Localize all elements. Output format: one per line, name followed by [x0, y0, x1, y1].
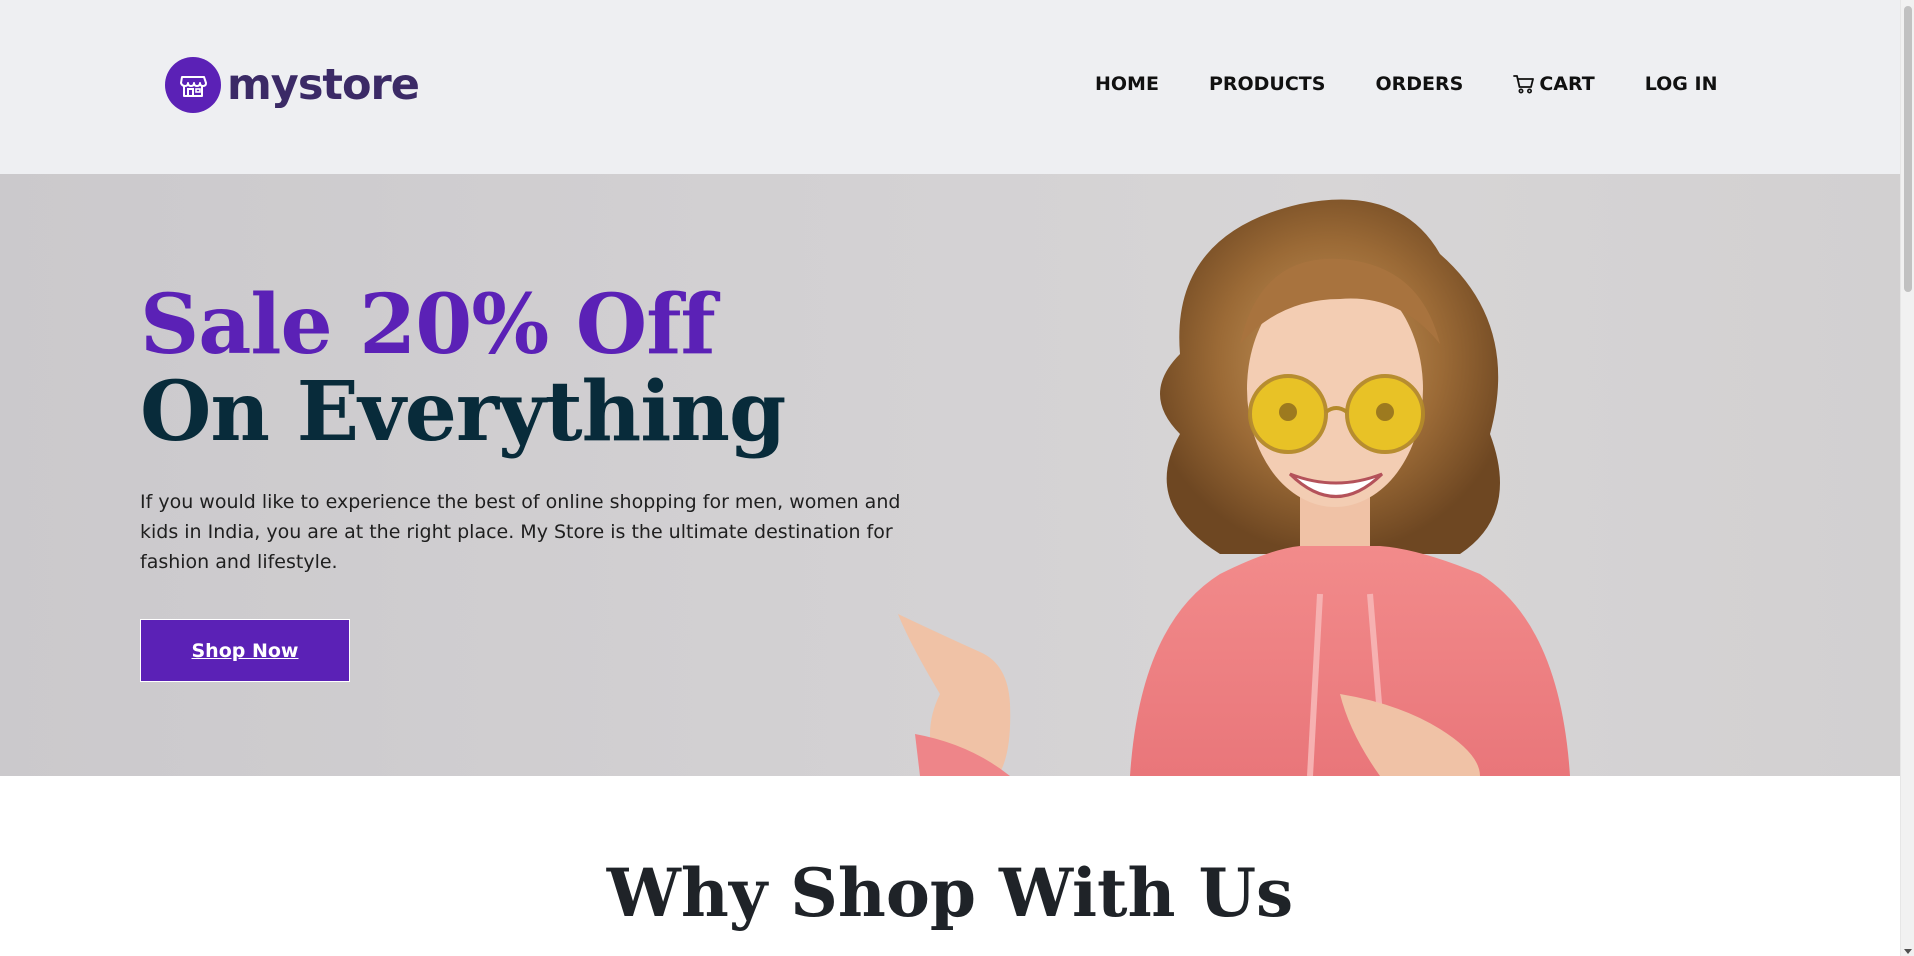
hero-title-line1: Sale 20% Off: [140, 277, 716, 373]
hero-banner: Sale 20% Off On Everything If you would …: [0, 174, 1900, 776]
scroll-down-arrow-icon[interactable]: [1904, 949, 1912, 954]
page: mystore HOME PRODUCTS ORDERS CART LOG IN: [0, 0, 1900, 956]
main-nav: HOME PRODUCTS ORDERS CART LOG IN: [1095, 72, 1717, 96]
store-icon: [165, 57, 221, 113]
nav-cart-label: CART: [1539, 73, 1595, 95]
hero-title-line2: On Everything: [140, 364, 786, 460]
shop-now-button[interactable]: Shop Now: [140, 619, 350, 682]
nav-orders[interactable]: ORDERS: [1375, 72, 1463, 96]
hero-model-image: [898, 199, 1570, 776]
vertical-scrollbar[interactable]: [1900, 0, 1914, 956]
nav-login[interactable]: LOG IN: [1645, 72, 1718, 96]
section-title: Why Shop With Us: [606, 854, 1294, 932]
scrollbar-thumb[interactable]: [1904, 6, 1912, 292]
nav-cart[interactable]: CART: [1513, 72, 1595, 96]
site-header: mystore HOME PRODUCTS ORDERS CART LOG IN: [0, 0, 1900, 174]
nav-products[interactable]: PRODUCTS: [1209, 72, 1326, 96]
hero-description: If you would like to experience the best…: [140, 491, 901, 573]
brand-name: mystore: [227, 59, 420, 110]
cart-icon: [1513, 75, 1535, 94]
brand-logo[interactable]: mystore: [165, 57, 420, 113]
nav-home[interactable]: HOME: [1095, 72, 1159, 96]
